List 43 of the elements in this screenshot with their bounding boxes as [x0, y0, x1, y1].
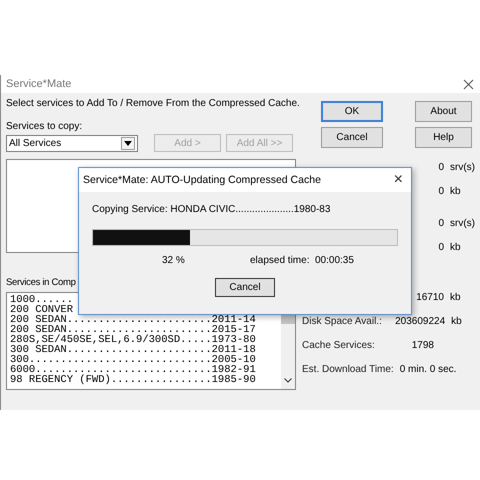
window-title: Service*Mate — [6, 78, 72, 90]
close-button[interactable]: × — [394, 172, 403, 188]
instruction-text: Select services to Add To / Remove From the Compressed Cache. — [6, 98, 300, 109]
dialog-button[interactable]: Cancel — [321, 127, 383, 148]
stat-label: Disk Space Avail.: — [302, 316, 383, 327]
list-item[interactable]: 280S,SE/450SE,SEL,6.9/300SD.....1973-80 — [10, 335, 281, 345]
field-label: Services in Comp — [6, 277, 76, 288]
stat-value: 16710 — [416, 292, 444, 303]
services-dropdown[interactable]: All Services — [6, 134, 138, 152]
scroll-down-icon[interactable] — [284, 378, 292, 383]
dialog-button[interactable]: OK — [321, 101, 383, 122]
scroll-thumb[interactable] — [281, 315, 295, 324]
percent-text: 32 % — [162, 255, 186, 266]
list-item[interactable]: 200 SEDAN.......................2011-14 — [10, 315, 281, 325]
stat-value: 1798 — [412, 340, 435, 351]
stat-label: Cache Services: — [302, 340, 376, 351]
status-message: Copying Service: HONDA CIVIC.....................1980-83 — [92, 204, 332, 215]
stat-value: 0 — [438, 218, 444, 229]
dialog-button[interactable]: Help — [415, 127, 472, 148]
close-icon[interactable] — [463, 78, 474, 90]
list-item[interactable]: 300.............................2005-10 — [10, 355, 281, 365]
elapsed-time: 00:00:35 — [315, 255, 354, 266]
elapsed-label: elapsed time: — [250, 255, 310, 266]
stat-value: 0 — [438, 186, 444, 197]
stat-label: Est. Download Time: — [302, 364, 394, 375]
field-label: Services to copy: — [6, 121, 84, 132]
list-item[interactable]: 200 SEDAN.......................2015-17 — [10, 325, 281, 335]
stat-value: 0 — [438, 242, 444, 253]
list-item[interactable]: 6000............................1982-91 — [10, 365, 281, 375]
stat-unit: kb — [450, 186, 462, 197]
list-item[interactable]: 98 REGENCY (FWD)................1985-90 — [10, 375, 281, 385]
dialog-title: Service*Mate: AUTO-Updating Compressed Cache — [83, 174, 321, 186]
stat-value: 0 — [438, 162, 444, 173]
stat-unit: kb — [451, 316, 463, 327]
stat-value: 0 min. 0 sec. — [400, 364, 456, 375]
dialog-button[interactable]: About — [415, 101, 472, 122]
stat-unit: kb — [450, 292, 462, 303]
cancel-button[interactable]: Cancel — [215, 278, 275, 297]
stat-unit: srv(s) — [450, 162, 474, 173]
stat-value: 203609224 — [394, 316, 446, 327]
stat-unit: srv(s) — [450, 218, 474, 229]
list-item[interactable]: 300 SEDAN.......................2011-18 — [10, 345, 281, 355]
stat-unit: kb — [450, 242, 462, 253]
